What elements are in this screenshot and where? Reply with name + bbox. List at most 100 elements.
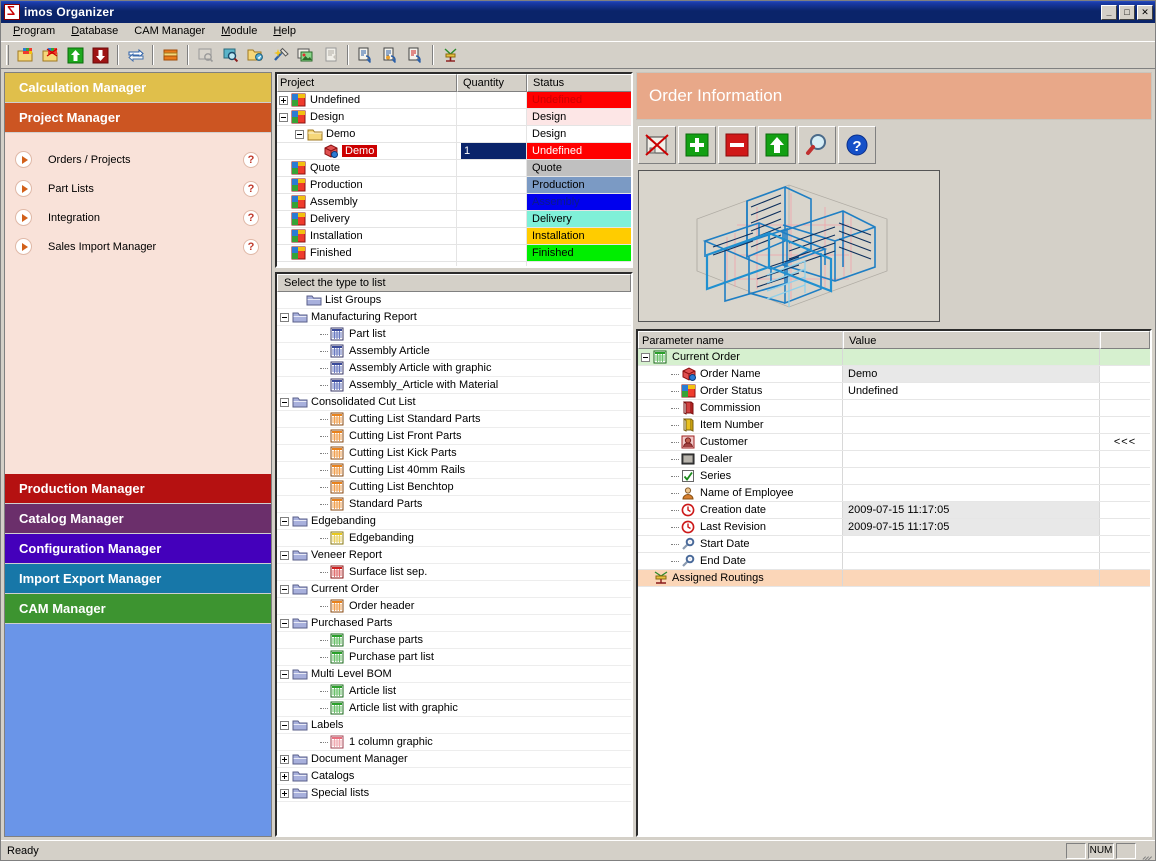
collapse-minus-icon[interactable] [280,550,289,560]
search-zoom-icon[interactable] [219,44,242,66]
help-question-icon[interactable]: ? [243,209,259,226]
toolbar-grip[interactable] [6,45,9,65]
document-grey-icon[interactable] [319,44,342,66]
list-item[interactable]: Purchase part list [277,649,631,666]
parameter-row[interactable]: Start Date [638,536,1150,553]
table-row[interactable]: Installation Installation [277,228,631,245]
collapse-minus-icon[interactable] [641,352,650,362]
sidebar-item-configuration-manager[interactable]: Configuration Manager [5,533,271,564]
cell-parameter-extra[interactable] [1100,417,1150,433]
download-red-arrow-icon[interactable] [89,44,112,66]
list-item[interactable]: Multi Level BOM [277,666,631,683]
list-item[interactable]: Manufacturing Report [277,309,631,326]
parameter-row[interactable]: Customer <<< [638,434,1150,451]
menu-database[interactable]: Database [63,23,126,40]
collapse-minus-icon[interactable] [280,584,289,594]
sidebar-item-production-manager[interactable]: Production Manager [5,473,271,504]
column-header-extra[interactable] [1100,331,1150,349]
parameter-row[interactable]: Order Name Demo [638,366,1150,383]
collapse-minus-icon[interactable] [280,312,289,322]
cell-parameter-extra[interactable] [1100,502,1150,518]
column-header-value[interactable]: Value [843,331,1100,349]
parameter-row[interactable]: Dealer [638,451,1150,468]
column-header-project[interactable]: Project [277,74,457,92]
list-item[interactable]: Article list [277,683,631,700]
list-item[interactable]: Catalogs [277,768,631,785]
collapse-minus-icon[interactable] [280,669,289,679]
list-item[interactable]: Standard Parts [277,496,631,513]
list-item[interactable]: Cutting List Kick Parts [277,445,631,462]
sidebar-item-part-lists[interactable]: Part Lists ? [5,174,271,203]
list-item[interactable]: Edgebanding [277,513,631,530]
cell-parameter-value[interactable]: Demo [843,366,1100,382]
menu-help[interactable]: Help [265,23,304,40]
new-order-icon[interactable] [14,44,37,66]
upload-green-arrow-icon[interactable] [64,44,87,66]
list-item[interactable]: Purchased Parts [277,615,631,632]
menu-cam-manager[interactable]: CAM Manager [126,23,213,40]
cell-parameter-value[interactable] [843,485,1100,501]
table-row[interactable]: Assembly Assembly [277,194,631,211]
report-red-icon[interactable] [404,44,427,66]
resize-grip[interactable] [1139,844,1153,861]
remove-minus-icon[interactable] [718,126,756,164]
add-plus-icon[interactable] [678,126,716,164]
cell-parameter-extra[interactable]: <<< [1100,434,1150,450]
list-item[interactable]: Consolidated Cut List [277,394,631,411]
menu-module[interactable]: Module [213,23,265,40]
help-question-icon[interactable]: ? [243,151,259,168]
column-header-status[interactable]: Status [527,74,631,92]
list-item[interactable]: Assembly Article [277,343,631,360]
cell-parameter-extra[interactable] [1100,349,1150,365]
sidebar-item-orders-projects[interactable]: Orders / Projects ? [5,145,271,174]
cell-parameter-extra[interactable] [1100,519,1150,535]
column-header-quantity[interactable]: Quantity [457,74,527,92]
catalog-books-icon[interactable] [159,44,182,66]
maximize-button[interactable]: □ [1119,4,1135,20]
table-row[interactable]: Delivery Delivery [277,211,631,228]
collapse-minus-icon[interactable] [295,129,304,139]
sidebar-item-cam-manager[interactable]: CAM Manager [5,593,271,624]
list-item[interactable]: Assembly Article with graphic [277,360,631,377]
table-row[interactable]: Design Design [277,109,631,126]
list-item[interactable]: List Groups [277,292,631,309]
cell-parameter-extra[interactable] [1100,451,1150,467]
list-item[interactable]: Cutting List Front Parts [277,428,631,445]
parameter-row[interactable]: Series [638,468,1150,485]
list-item[interactable]: Purchase parts [277,632,631,649]
image-green-icon[interactable] [294,44,317,66]
cell-parameter-value[interactable]: 2009-07-15 11:17:05 [843,519,1100,535]
sidebar-item-integration[interactable]: Integration ? [5,203,271,232]
cell-parameter-value[interactable] [843,349,1100,365]
list-item[interactable]: Current Order [277,581,631,598]
close-button[interactable]: ✕ [1137,4,1153,20]
collapse-minus-icon[interactable] [279,112,288,122]
magic-wand-icon[interactable] [269,44,292,66]
cell-parameter-value[interactable]: Undefined [843,383,1100,399]
list-item[interactable]: 1 column graphic [277,734,631,751]
report-blue-2-icon[interactable] [379,44,402,66]
cell-parameter-extra[interactable] [1100,570,1150,586]
expand-plus-icon[interactable] [280,771,289,781]
cell-parameter-extra[interactable] [1100,536,1150,552]
parameter-row[interactable]: Name of Employee [638,485,1150,502]
cell-parameter-value[interactable] [843,553,1100,569]
parameter-row[interactable]: Order Status Undefined [638,383,1150,400]
cell-parameter-value[interactable] [843,468,1100,484]
menu-program[interactable]: Program [5,23,63,40]
table-row[interactable]: Demo 1 Undefined [277,143,631,160]
sidebar-item-calculation-manager[interactable]: Calculation Manager [5,73,271,103]
parameter-row[interactable]: Commission [638,400,1150,417]
expand-plus-icon[interactable] [279,95,288,105]
report-blue-1-icon[interactable] [354,44,377,66]
cell-parameter-value[interactable]: 2009-07-15 11:17:05 [843,502,1100,518]
collapse-minus-icon[interactable] [280,397,289,407]
collapse-minus-icon[interactable] [280,618,289,628]
collapse-minus-icon[interactable] [280,516,289,526]
sidebar-item-sales-import-manager[interactable]: Sales Import Manager ? [5,232,271,261]
list-item[interactable]: Assembly_Article with Material [277,377,631,394]
cell-parameter-value[interactable] [843,417,1100,433]
table-row[interactable]: Production Production [277,177,631,194]
magnifier-icon[interactable] [798,126,836,164]
parameter-row[interactable]: Current Order [638,349,1150,366]
